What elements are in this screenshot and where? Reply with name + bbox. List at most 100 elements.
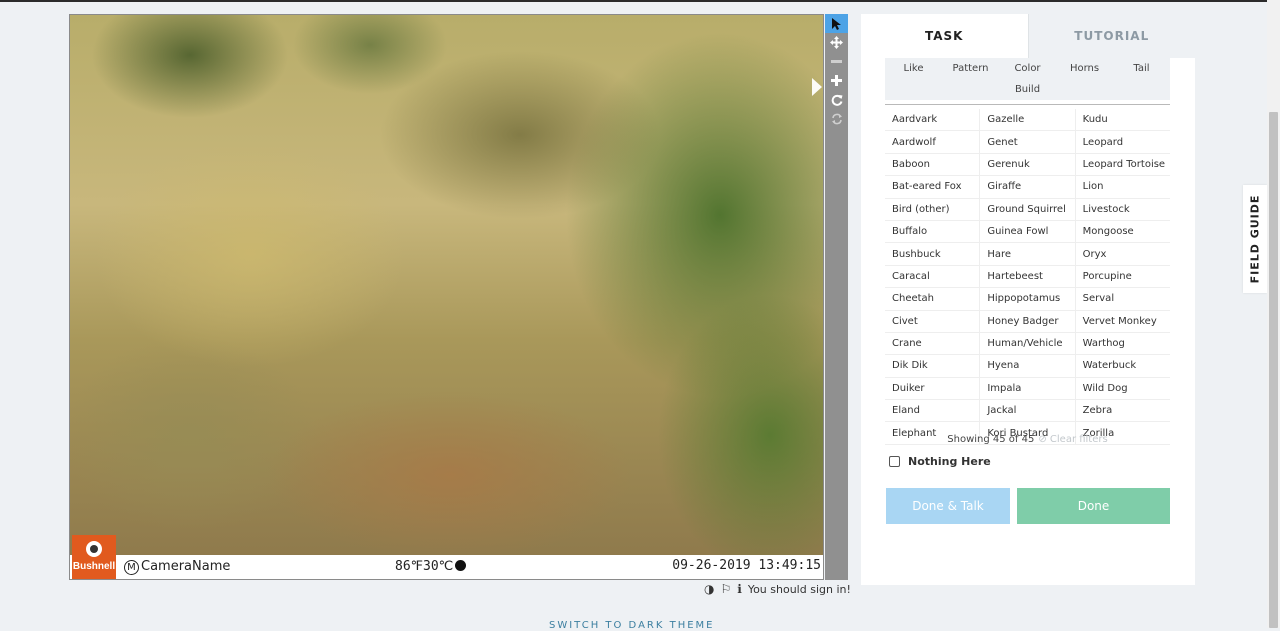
species-choice[interactable]: Guinea Fowl (979, 220, 1074, 243)
species-choice[interactable]: Hyena (979, 355, 1074, 377)
species-choice[interactable]: Baboon (885, 154, 979, 175)
species-choice[interactable]: Impala (979, 377, 1074, 400)
species-choice[interactable]: Caracal (885, 266, 979, 287)
species-row: Duiker Impala Wild Dog (885, 377, 1170, 401)
species-row: Bat-eared Fox Giraffe Lion (885, 176, 1170, 199)
subject-image-viewer[interactable]: M CameraName 86℉30℃ 09-26-2019 13:49:15 B… (69, 14, 824, 580)
species-choice[interactable]: Waterbuck (1074, 355, 1170, 377)
filter-horns[interactable]: Horns (1056, 63, 1113, 74)
temperature-readout: 86℉30℃ (395, 559, 467, 574)
species-row: Crane Human/Vehicle Warthog (885, 332, 1170, 356)
pointer-icon[interactable] (825, 14, 848, 33)
camera-info-strip: M CameraName 86℉30℃ 09-26-2019 13:49:15 (70, 555, 823, 579)
tab-task[interactable]: TASK (861, 14, 1028, 58)
page-scrollbar[interactable] (1267, 0, 1280, 628)
species-row: Aardvark Gazelle Kudu (885, 109, 1170, 132)
nothing-here-checkbox[interactable] (889, 456, 900, 467)
species-choice[interactable]: Leopard Tortoise (1074, 153, 1170, 176)
nothing-here-option[interactable]: Nothing Here (889, 455, 991, 468)
species-row: Baboon Gerenuk Leopard Tortoise (885, 153, 1170, 177)
species-choice[interactable]: Hare (979, 243, 1074, 265)
species-list: Aardvark Gazelle Kudu Aardwolf Genet Leopard B… (885, 109, 1170, 445)
zoom-out-icon[interactable] (825, 52, 848, 71)
tab-tutorial[interactable]: TUTORIAL (1027, 14, 1195, 58)
filter-pattern[interactable]: Pattern (942, 63, 999, 74)
species-row: Aardwolf Genet Leopard (885, 131, 1170, 154)
divider (885, 104, 1170, 105)
species-choice[interactable]: Honey Badger (979, 310, 1074, 332)
species-choice[interactable]: Gazelle (979, 109, 1074, 131)
done-button[interactable]: Done (1017, 488, 1170, 524)
species-choice[interactable]: Cheetah (885, 288, 979, 309)
clear-filters-button[interactable]: ⊘ Clear filters (1038, 434, 1107, 445)
timestamp: 09-26-2019 13:49:15 (672, 558, 821, 573)
species-choice[interactable]: Buffalo (885, 221, 979, 242)
done-and-talk-button[interactable]: Done & Talk (886, 488, 1010, 524)
species-choice[interactable]: Human/Vehicle (979, 332, 1074, 355)
species-choice[interactable]: Crane (885, 333, 979, 354)
species-choice[interactable]: Jackal (979, 400, 1074, 422)
species-choice[interactable]: Hippopotamus (979, 288, 1074, 310)
species-choice[interactable]: Dik Dik (885, 355, 979, 376)
species-choice[interactable]: Kudu (1074, 109, 1170, 131)
species-choice[interactable]: Ground Squirrel (979, 198, 1074, 220)
species-count: Showing 45 of 45 ⊘ Clear filters (947, 434, 1108, 445)
task-tabs: TASK TUTORIAL (861, 14, 1195, 58)
species-choice[interactable]: Lion (1074, 176, 1170, 198)
species-choice[interactable]: Bird (other) (885, 199, 979, 220)
species-choice[interactable]: Bat-eared Fox (885, 176, 979, 197)
scrollbar-thumb[interactable] (1269, 112, 1278, 628)
species-row: Eland Jackal Zebra (885, 400, 1170, 423)
species-choice[interactable]: Gerenuk (979, 153, 1074, 176)
bushnell-logo: Bushnell (72, 535, 116, 579)
rotate-icon[interactable] (825, 90, 848, 109)
species-row: Civet Honey Badger Vervet Monkey (885, 310, 1170, 333)
camera-name: M CameraName (124, 559, 230, 575)
move-icon[interactable] (825, 33, 848, 52)
species-choice[interactable]: Civet (885, 311, 979, 332)
species-row: Buffalo Guinea Fowl Mongoose (885, 220, 1170, 244)
task-panel: TASK TUTORIAL Like Pattern Color Horns T… (861, 14, 1195, 585)
species-choice[interactable]: Aardvark (885, 109, 979, 130)
top-bar (0, 0, 1280, 2)
species-choice[interactable]: Mongoose (1074, 220, 1170, 243)
filter-like[interactable]: Like (885, 63, 942, 74)
species-choice[interactable]: Oryx (1074, 243, 1170, 265)
species-choice[interactable]: Genet (979, 131, 1074, 153)
species-choice[interactable]: Aardwolf (885, 131, 979, 152)
species-choice[interactable]: Serval (1074, 288, 1170, 310)
characteristic-filters: Like Pattern Color Horns Tail Build (885, 58, 1170, 100)
species-choice[interactable]: Bushbuck (885, 243, 979, 264)
species-choice[interactable]: Livestock (1074, 198, 1170, 220)
switch-dark-theme-link[interactable]: SWITCH TO DARK THEME (549, 620, 715, 631)
flag-icon[interactable]: ⚐ (720, 582, 731, 596)
species-choice[interactable]: Duiker (885, 378, 979, 399)
species-choice[interactable]: Vervet Monkey (1074, 310, 1170, 332)
species-choice[interactable]: Wild Dog (1074, 377, 1170, 400)
info-icon[interactable]: ℹ (737, 582, 742, 596)
invert-contrast-icon[interactable]: ◑ (704, 582, 714, 596)
species-choice[interactable]: Hartebeest (979, 265, 1074, 288)
species-choice[interactable]: Zebra (1074, 400, 1170, 422)
filter-color[interactable]: Color (999, 63, 1056, 74)
species-row: Dik Dik Hyena Waterbuck (885, 355, 1170, 378)
filter-build[interactable]: Build (1015, 84, 1040, 95)
species-row: Bird (other) Ground Squirrel Livestock (885, 198, 1170, 221)
species-choice[interactable]: Warthog (1074, 332, 1170, 355)
reset-icon[interactable] (825, 109, 848, 128)
viewer-meta-tools: ◑ ⚐ ℹ You should sign in! (704, 582, 851, 596)
species-choice[interactable]: Giraffe (979, 176, 1074, 198)
sign-in-notice: You should sign in! (747, 582, 851, 596)
species-row: Cheetah Hippopotamus Serval (885, 288, 1170, 311)
next-frame-arrow-icon[interactable] (812, 78, 822, 96)
m-circle-icon: M (124, 560, 139, 575)
image-toolbar (825, 14, 848, 580)
species-row: Caracal Hartebeest Porcupine (885, 265, 1170, 289)
species-choice[interactable]: Leopard (1074, 131, 1170, 153)
camera-trap-photo (70, 15, 823, 557)
zoom-in-icon[interactable] (825, 71, 848, 90)
field-guide-tab[interactable]: FIELD GUIDE (1243, 185, 1267, 293)
species-choice[interactable]: Eland (885, 400, 979, 421)
filter-tail[interactable]: Tail (1113, 63, 1170, 74)
species-choice[interactable]: Porcupine (1074, 265, 1170, 288)
